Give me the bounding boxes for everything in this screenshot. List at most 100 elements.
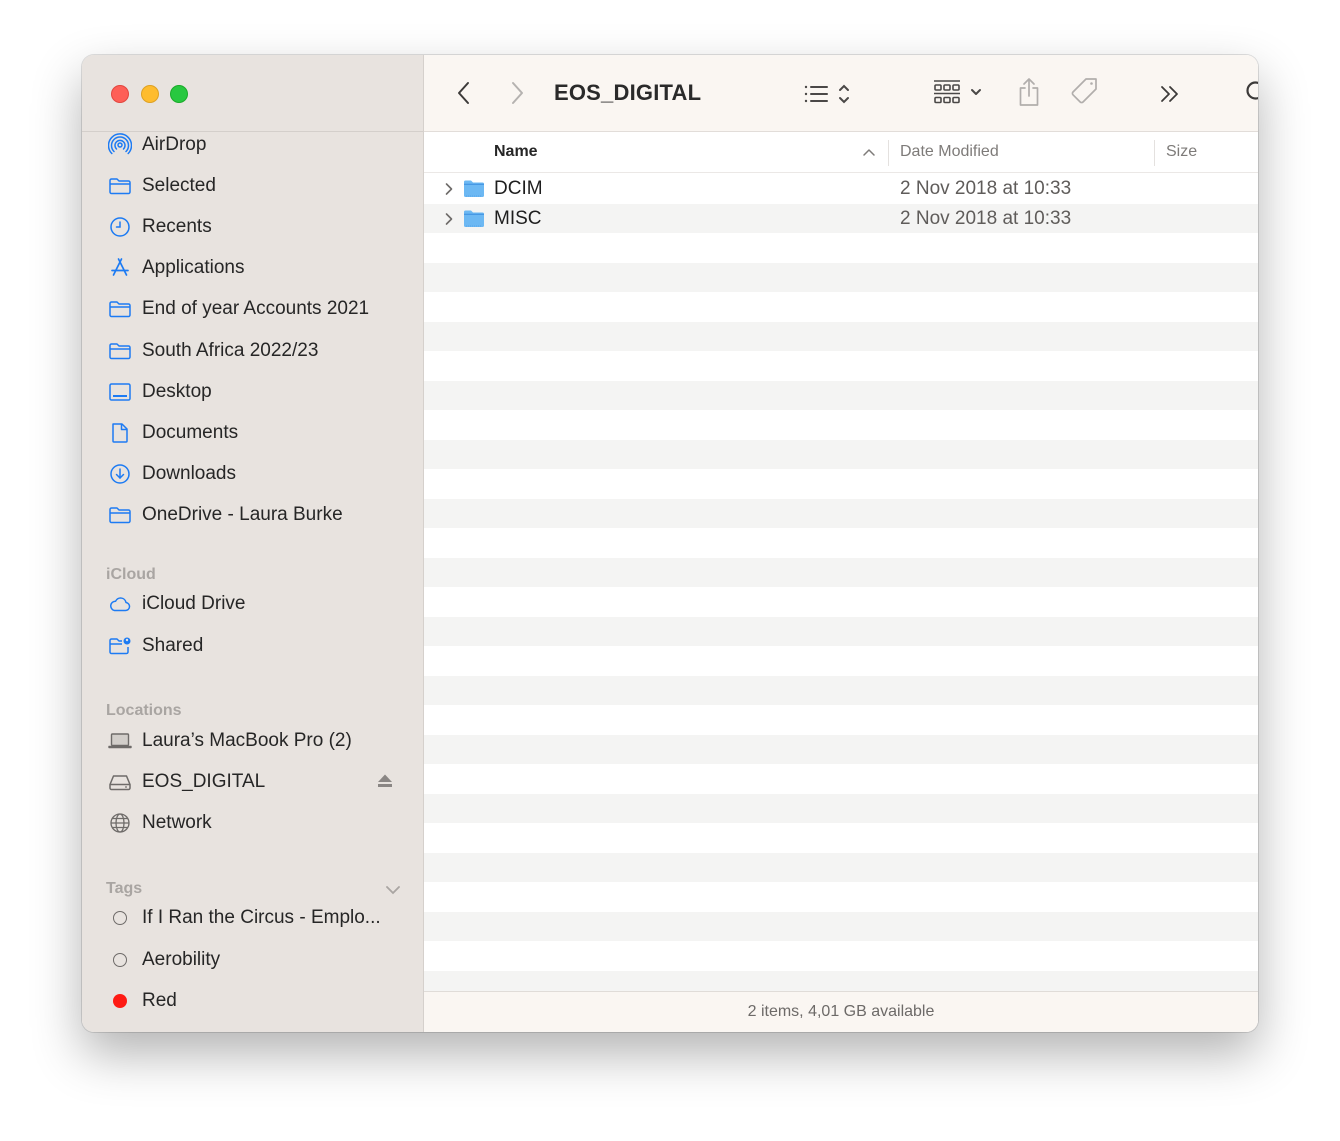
list-view-icon (804, 84, 849, 104)
empty-row (424, 616, 1258, 646)
disclosure-triangle-icon[interactable] (444, 212, 454, 226)
sidebar-item-label: Downloads (142, 463, 236, 485)
download-icon (108, 462, 132, 486)
file-date-modified: 2 Nov 2018 at 10:33 (900, 207, 1072, 229)
sidebar-item-label: Shared (142, 634, 204, 656)
sidebar-item-network[interactable]: Network (82, 803, 423, 844)
empty-row (424, 262, 1258, 292)
minimize-button[interactable] (141, 85, 159, 103)
empty-row (424, 764, 1258, 794)
share-button[interactable] (1016, 75, 1042, 109)
sidebar-item-label: OneDrive - Laura Burke (142, 504, 343, 526)
empty-row (424, 852, 1258, 882)
empty-row (424, 410, 1258, 440)
file-name: MISC (494, 207, 542, 229)
titlebar-left (82, 55, 423, 132)
sidebar-tag-red[interactable]: Red (82, 980, 423, 1021)
empty-row (424, 705, 1258, 735)
empty-row (424, 734, 1258, 764)
main-pane: EOS_DIGITAL Name Date Modified Size DCIM… (424, 55, 1258, 1032)
heading-label: Tags (106, 879, 143, 897)
empty-row (424, 587, 1258, 617)
empty-row (424, 233, 1258, 263)
column-name[interactable]: Name (494, 143, 538, 161)
close-button[interactable] (111, 85, 129, 103)
chevron-left-icon (458, 82, 469, 104)
sidebar-item-end-of-year-accounts[interactable]: End of year Accounts 2021 (82, 289, 423, 330)
empty-row (424, 292, 1258, 322)
more-button[interactable] (1158, 81, 1182, 107)
empty-row (424, 823, 1258, 853)
sidebar-item-label: Aerobility (142, 948, 221, 970)
empty-row (424, 351, 1258, 381)
sidebar-item-macbook[interactable]: Laura’s MacBook Pro (2) (82, 720, 423, 761)
sidebar-item-label: Laura’s MacBook Pro (2) (142, 729, 352, 751)
sidebar-item-icloud-drive[interactable]: iCloud Drive (82, 584, 423, 625)
back-button[interactable] (454, 79, 474, 107)
magnifier-icon (1246, 81, 1258, 100)
clock-icon (108, 215, 132, 239)
sidebar-tag-orange[interactable]: Orange (82, 1021, 423, 1032)
file-row-dcim[interactable]: DCIM 2 Nov 2018 at 10:33 (424, 174, 1258, 204)
sidebar: AirDrop Selected Recents Applications En… (82, 55, 424, 1032)
drive-icon (108, 770, 132, 794)
folder-icon (464, 210, 484, 227)
empty-row (424, 528, 1258, 558)
tag-button[interactable] (1070, 76, 1100, 108)
sidebar-item-recents[interactable]: Recents (82, 206, 423, 247)
file-name: DCIM (494, 178, 543, 199)
sidebar-item-south-africa[interactable]: South Africa 2022/23 (82, 330, 423, 371)
sidebar-item-label: Applications (142, 257, 245, 279)
sidebar-item-desktop[interactable]: Desktop (82, 371, 423, 412)
folder-icon (464, 180, 484, 197)
eject-icon[interactable] (377, 774, 393, 788)
empty-row (424, 882, 1258, 912)
sidebar-item-documents[interactable]: Documents (82, 412, 423, 453)
sidebar-item-label: Orange (142, 1031, 205, 1032)
disclosure-triangle-icon[interactable] (444, 182, 454, 196)
empty-row (424, 439, 1258, 469)
folder-icon (108, 174, 132, 198)
column-divider[interactable] (1154, 140, 1155, 166)
column-size[interactable]: Size (1166, 143, 1197, 161)
sidebar-item-label: Recents (142, 215, 212, 237)
sidebar-item-label: AirDrop (142, 133, 207, 155)
group-button[interactable] (932, 77, 988, 109)
search-button[interactable] (1244, 79, 1258, 107)
chevron-down-icon[interactable] (385, 884, 401, 896)
toolbar: EOS_DIGITAL (424, 55, 1258, 132)
window-title: EOS_DIGITAL (554, 80, 702, 105)
sidebar-item-onedrive[interactable]: OneDrive - Laura Burke (82, 495, 423, 536)
desktop-icon (108, 380, 132, 404)
sidebar-tag-aerobility[interactable]: Aerobility (82, 939, 423, 980)
file-row-misc[interactable]: MISC 2 Nov 2018 at 10:33 (424, 203, 1258, 233)
grid-group-icon (934, 80, 981, 104)
sidebar-item-eos-digital[interactable]: EOS_DIGITAL (82, 761, 423, 803)
sidebar-item-label: End of year Accounts 2021 (142, 298, 370, 320)
sidebar-item-selected[interactable]: Selected (82, 165, 423, 206)
sidebar-item-shared[interactable]: Shared (82, 625, 423, 666)
globe-icon (108, 811, 132, 835)
sidebar-heading-tags[interactable]: Tags (82, 864, 423, 898)
sidebar-item-label: Documents (142, 421, 239, 443)
sidebar-tag-if-i-ran-the-circus[interactable]: If I Ran the Circus - Emplo... (82, 898, 423, 939)
sidebar-item-label: South Africa 2022/23 (142, 339, 319, 361)
zoom-button[interactable] (170, 85, 188, 103)
sidebar-heading-locations: Locations (82, 686, 423, 720)
forward-button[interactable] (507, 79, 527, 107)
sidebar-item-label: Selected (142, 174, 216, 196)
column-divider[interactable] (888, 140, 889, 166)
status-text: 2 items, 4,01 GB available (747, 1003, 935, 1020)
sort-ascending-icon[interactable] (862, 146, 876, 158)
view-mode-button[interactable] (802, 79, 858, 109)
tag-icon (1071, 78, 1097, 104)
empty-row (424, 970, 1258, 991)
empty-row (424, 321, 1258, 351)
sidebar-item-label: Red (142, 989, 177, 1011)
sidebar-item-applications[interactable]: Applications (82, 248, 423, 289)
empty-row (424, 941, 1258, 971)
sidebar-item-downloads[interactable]: Downloads (82, 454, 423, 495)
cloud-icon (108, 592, 132, 616)
column-header: Name Date Modified Size (424, 133, 1258, 173)
column-date-modified[interactable]: Date Modified (900, 143, 999, 161)
